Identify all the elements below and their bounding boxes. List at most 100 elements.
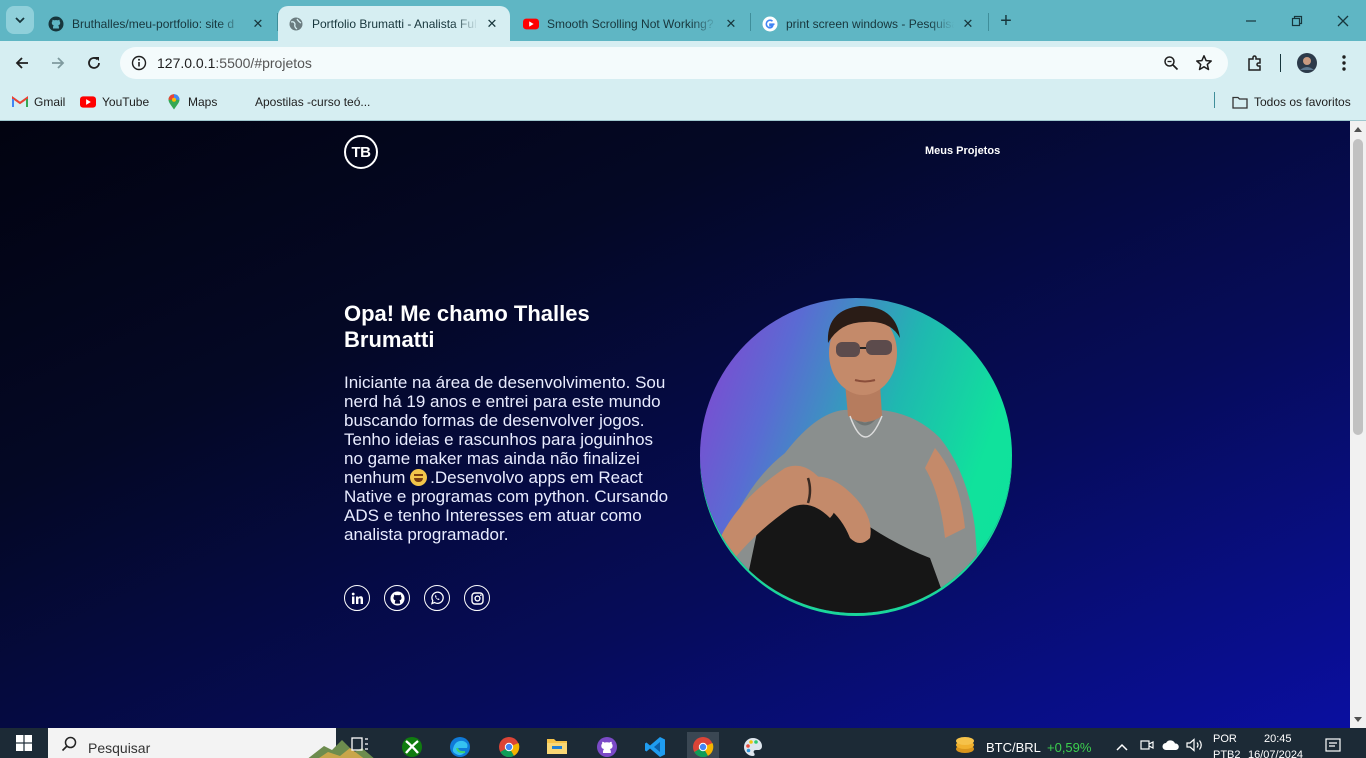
bookmarks-separator [1214, 92, 1215, 108]
whatsapp-link[interactable] [424, 585, 450, 611]
new-tab-button[interactable]: + [993, 9, 1019, 33]
restore-button[interactable] [1274, 0, 1320, 41]
notifications-icon[interactable] [1325, 738, 1341, 757]
taskbar-search[interactable]: Pesquisar [48, 728, 374, 758]
xbox-icon [402, 737, 422, 757]
site-logo[interactable]: TB [344, 135, 378, 169]
paint-palette-icon [744, 738, 763, 756]
menu-kebab-icon[interactable] [1332, 51, 1356, 75]
taskbar-chrome[interactable] [493, 732, 525, 758]
browser-toolbar: 127.0.0.1:5500/#projetos [0, 41, 1366, 85]
start-button[interactable] [0, 728, 48, 758]
page-scrollbar[interactable] [1350, 121, 1366, 728]
url-host: 127.0.0.1 [157, 55, 216, 71]
taskbar-chrome-active[interactable] [687, 732, 719, 758]
youtube-icon [523, 16, 539, 32]
nav-link-projects[interactable]: Meus Projetos [925, 145, 1000, 157]
site-info-icon[interactable] [128, 52, 150, 74]
taskbar-paint[interactable] [737, 732, 769, 758]
arrow-left-icon [15, 57, 28, 69]
whatsapp-icon [431, 591, 444, 605]
github-icon [48, 16, 64, 32]
reload-button[interactable] [80, 49, 108, 77]
chrome-icon [693, 737, 714, 758]
chevron-up-icon[interactable] [1116, 739, 1128, 757]
search-placeholder: Pesquisar [88, 740, 151, 756]
github-link[interactable] [384, 585, 410, 611]
profile-avatar[interactable] [1295, 51, 1319, 75]
reload-icon [88, 57, 100, 69]
taskbar-edge[interactable] [444, 732, 476, 758]
folder-icon [547, 739, 567, 754]
close-window-button[interactable] [1320, 0, 1366, 41]
bookmarks-bar: Gmail YouTube Maps Apostilas -curso teó.… [0, 85, 1366, 121]
globe-icon [288, 16, 304, 32]
instagram-icon [470, 591, 484, 605]
ticker-label[interactable]: BTC/BRL [986, 740, 1041, 755]
edge-icon [450, 737, 470, 757]
extensions-icon[interactable] [1243, 51, 1267, 75]
intro-paragraph: Iniciante na área de desenvolvimento. So… [344, 373, 674, 544]
clock-time[interactable]: 20:45 [1264, 733, 1292, 745]
linkedin-link[interactable] [344, 585, 370, 611]
all-bookmarks-button[interactable]: Todos os favoritos [1232, 91, 1351, 113]
ticker-coin-icon[interactable] [954, 734, 976, 758]
profile-illustration [720, 306, 980, 613]
keyboard-layout: PTB2 [1213, 749, 1241, 758]
close-icon[interactable]: ✕ [723, 16, 739, 32]
address-bar[interactable]: 127.0.0.1:5500/#projetos [120, 47, 1228, 79]
tab-strip: Bruthalles/meu-portfolio: site d ✕ Portf… [0, 0, 1366, 41]
tab-google-search[interactable]: print screen windows - Pesquisa ✕ [752, 6, 986, 41]
tab-github[interactable]: Bruthalles/meu-portfolio: site d ✕ [38, 6, 276, 41]
bookmark-star-icon[interactable] [1193, 52, 1215, 74]
bookmark-gmail[interactable]: Gmail [12, 91, 65, 113]
bookmark-youtube[interactable]: YouTube [80, 91, 149, 113]
tab-youtube[interactable]: Smooth Scrolling Not Working? ✕ [513, 6, 749, 41]
tab-separator [750, 13, 751, 31]
close-icon[interactable]: ✕ [960, 16, 976, 32]
windows-taskbar: Pesquisar BTC/BRL +0,59% POR PTB2 20:45 … [0, 728, 1366, 758]
vscode-icon [645, 737, 665, 757]
scrollbar-thumb[interactable] [1353, 139, 1363, 435]
tab-portfolio[interactable]: Portfolio Brumatti - Analista Ful ✕ [278, 6, 510, 41]
linkedin-icon [351, 592, 363, 604]
social-links [344, 585, 490, 611]
search-icon [61, 736, 77, 752]
meet-now-icon[interactable] [1140, 738, 1154, 757]
toolbar-separator [1280, 54, 1281, 72]
tab-title: Smooth Scrolling Not Working? [547, 16, 714, 31]
task-view-button[interactable] [344, 732, 376, 758]
scroll-up-arrow-icon[interactable] [1354, 127, 1362, 132]
instagram-link[interactable] [464, 585, 490, 611]
taskbar-github-desktop[interactable] [591, 732, 623, 758]
tab-title: Bruthalles/meu-portfolio: site d [72, 16, 235, 31]
ticker-change: +0,59% [1047, 740, 1092, 755]
page-title: Opa! Me chamo Thalles Brumatti [344, 301, 590, 352]
taskbar-xbox[interactable] [396, 732, 428, 758]
forward-button[interactable] [44, 49, 72, 77]
chevron-down-icon [15, 17, 25, 24]
github-icon [389, 590, 405, 606]
restore-icon [1291, 15, 1303, 26]
onedrive-cloud-icon[interactable] [1162, 738, 1180, 756]
close-icon[interactable]: ✕ [250, 16, 266, 32]
url-text: 127.0.0.1:5500/#projetos [157, 55, 312, 71]
minimize-button[interactable] [1228, 0, 1274, 41]
bookmark-maps[interactable]: Maps [166, 91, 217, 113]
back-button[interactable] [8, 49, 36, 77]
gmail-icon [12, 94, 28, 110]
close-icon[interactable]: ✕ [484, 16, 500, 32]
clock-date: 16/07/2024 [1248, 749, 1304, 758]
youtube-icon [80, 94, 96, 110]
taskbar-file-explorer[interactable] [541, 732, 573, 758]
tab-separator [988, 13, 989, 31]
tab-search-button[interactable] [6, 6, 34, 34]
zoom-icon[interactable] [1160, 52, 1182, 74]
bookmark-apostilas[interactable]: Apostilas -curso teó... [255, 91, 370, 113]
bookmark-label: Todos os favoritos [1254, 95, 1351, 109]
taskbar-vscode[interactable] [639, 732, 671, 758]
url-path: :5500/#projetos [215, 55, 312, 71]
volume-icon[interactable] [1186, 738, 1204, 757]
language-indicator[interactable]: POR [1213, 733, 1237, 745]
scroll-down-arrow-icon[interactable] [1354, 717, 1362, 722]
